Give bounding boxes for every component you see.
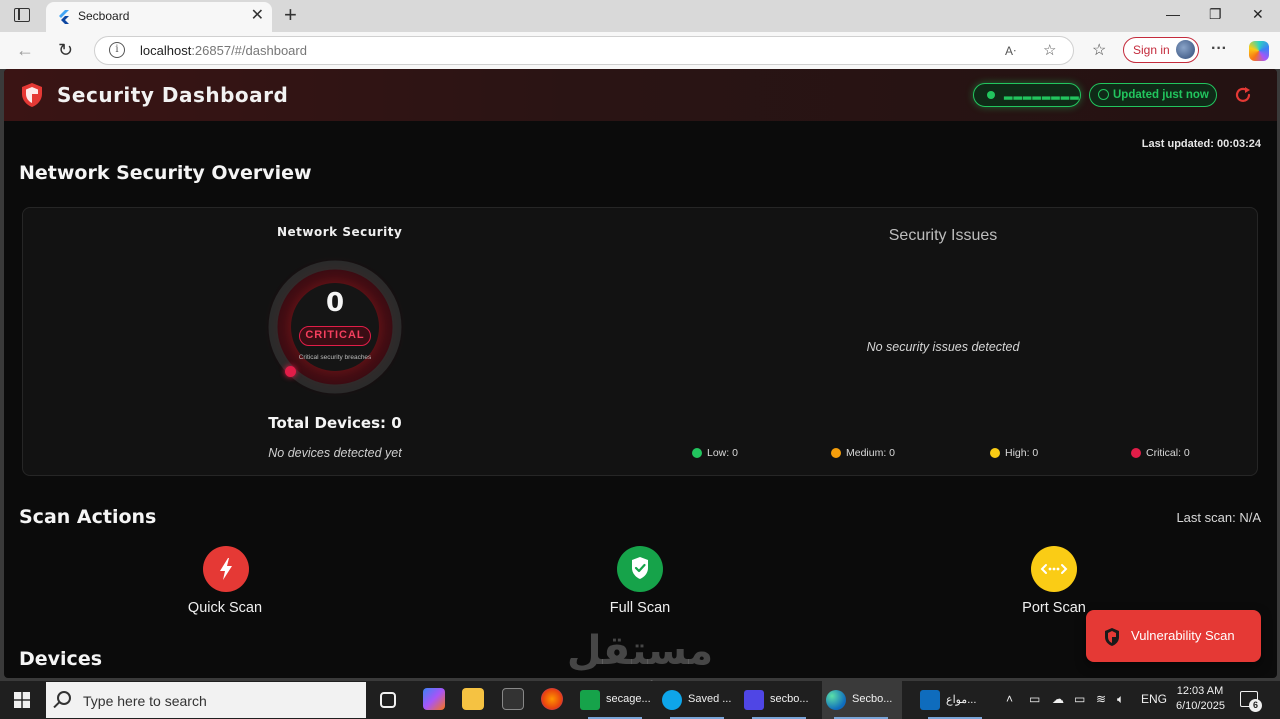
windows-taskbar: Type here to search secage... Saved ... … [0,681,1280,719]
gauge-indicator-dot [285,366,296,377]
taskbar-item-secbo-edge[interactable]: Secbo... [822,681,902,719]
bolt-icon [220,558,232,580]
minimize-button[interactable]: — [1166,6,1180,22]
avatar [1176,40,1195,59]
vulnerability-scan-button[interactable]: Vulnerability Scan [1086,610,1261,662]
clock-icon [1098,89,1109,100]
shield-icon [1105,628,1119,646]
legend-high: High: 0 [990,447,1038,459]
taskbar-item-secage[interactable]: secage... [576,681,656,719]
favorites-icon[interactable]: ☆ [1092,40,1106,60]
scan-section-title: Scan Actions [19,506,157,528]
connection-status-badge: ▂▂▂▂▂▂▂▂ [973,83,1081,107]
meet-now-icon[interactable]: ▭ [1029,692,1040,706]
legend-low: Low: 0 [692,447,738,459]
app-viewport: Security Dashboard ▂▂▂▂▂▂▂▂ Updated just… [4,69,1277,678]
quick-scan-label[interactable]: Quick Scan [145,600,305,616]
notification-count-badge: 6 [1249,699,1262,712]
windows-start-icon[interactable] [14,692,30,708]
new-tab-button[interactable]: + [284,4,297,26]
cloud-icon[interactable]: ☁ [1052,692,1064,706]
flutter-icon [59,10,69,24]
port-arrows-icon [1040,564,1068,574]
volume-icon[interactable]: 🔈︎ [1117,692,1124,707]
read-aloud-icon[interactable]: Aᐧ [1005,44,1016,58]
taskbar-item-outlook[interactable]: مواع... [916,681,996,719]
quick-scan-button[interactable] [203,546,249,592]
favorite-star-icon[interactable]: ☆ [1043,41,1056,59]
wifi-icon[interactable]: ≋ [1096,692,1106,706]
file-explorer-icon[interactable] [462,688,484,710]
address-bar[interactable]: i localhost:26857/#/dashboard Aᐧ ☆ [94,36,1074,65]
legend-critical: Critical: 0 [1131,447,1190,459]
gauge-level-badge: CRITICAL [299,326,371,346]
tab-title: Secboard [78,9,130,23]
gauge-subtitle: Critical security breaches [298,354,372,361]
app-header: Security Dashboard ▂▂▂▂▂▂▂▂ Updated just… [4,69,1277,121]
full-scan-button[interactable] [617,546,663,592]
taskbar-item-secbo-ide[interactable]: secbo... [740,681,820,719]
close-window-button[interactable]: ✕ [1252,6,1264,23]
search-icon [57,691,71,705]
pycharm-icon [580,690,600,710]
legend-dot-icon [692,448,702,458]
overview-section-title: Network Security Overview [19,162,312,184]
total-devices: Total Devices: 0 [268,414,402,432]
gauge-value: 0 [325,288,345,318]
copilot-icon[interactable] [1249,41,1269,61]
shield-logo-icon [22,83,42,107]
tab-actions-icon[interactable] [14,8,30,22]
issues-title: Security Issues [888,227,998,244]
tab-close-icon[interactable]: ✕ [251,7,264,25]
legend-medium: Medium: 0 [831,447,895,459]
status-dot-icon [987,91,995,99]
maximize-button[interactable]: ❐ [1209,6,1222,23]
issues-empty-text: No security issues detected [866,340,1020,354]
overview-card: Network Security 0 CRITICAL Critical sec… [22,207,1258,476]
page-title: Security Dashboard [57,83,289,107]
back-icon[interactable]: ← [16,40,34,61]
edge-icon [826,690,846,710]
legend-dot-icon [990,448,1000,458]
browser-titlebar: Secboard ✕ + — ❐ ✕ [0,0,1280,32]
gauge-title: Network Security [277,225,403,239]
telegram-icon [662,690,682,710]
system-clock[interactable]: 12:03 AM 6/10/2025 [1176,684,1225,714]
copilot-taskbar-icon[interactable] [423,688,445,710]
task-view-icon[interactable] [380,692,396,708]
legend-dot-icon [1131,448,1141,458]
intellij-icon [744,690,764,710]
language-indicator[interactable]: ENG [1141,692,1167,706]
updated-status-badge: Updated just now [1089,83,1217,107]
devices-section-title: Devices [19,648,103,670]
browser-toolbar: ← ↻ i localhost:26857/#/dashboard Aᐧ ☆ ☆… [0,32,1280,69]
full-scan-label[interactable]: Full Scan [560,600,720,616]
port-scan-button[interactable] [1031,546,1077,592]
battery-icon[interactable]: ▭ [1074,692,1085,706]
last-scan-text: Last scan: N/A [1176,510,1261,525]
last-updated-text: Last updated: 00:03:24 [1141,138,1261,150]
outlook-icon [920,690,940,710]
taskbar-item-saved[interactable]: Saved ... [658,681,738,719]
legend-dot-icon [831,448,841,458]
browser-tab[interactable]: Secboard ✕ [46,2,272,32]
reload-icon[interactable]: ↻ [58,40,73,61]
more-menu-icon[interactable]: ··· [1211,40,1227,58]
chevron-up-icon[interactable]: ˄ [1006,692,1013,706]
site-info-icon[interactable]: i [109,42,125,58]
sign-in-button[interactable]: Sign in [1123,37,1199,63]
url-text[interactable]: localhost:26857/#/dashboard [140,43,307,58]
firefox-icon[interactable] [541,688,563,710]
shield-check-icon [632,557,648,579]
no-devices-text: No devices detected yet [268,446,402,460]
taskbar-search-input[interactable]: Type here to search [46,682,366,718]
media-app-icon[interactable] [502,688,524,710]
refresh-icon[interactable] [1233,85,1253,105]
